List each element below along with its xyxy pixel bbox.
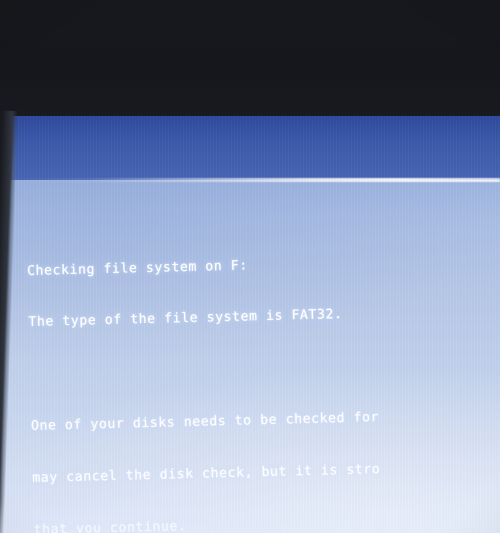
screen-upper-blue-band <box>0 116 500 180</box>
disk-check-screen: Checking file system on F: The type of t… <box>0 116 500 533</box>
screen-text-area-background <box>0 180 500 533</box>
photo-of-monitor-screen: Checking file system on F: The type of t… <box>0 0 500 533</box>
screen-scanline-artifact <box>0 178 500 182</box>
photo-dark-background-top <box>0 0 500 120</box>
